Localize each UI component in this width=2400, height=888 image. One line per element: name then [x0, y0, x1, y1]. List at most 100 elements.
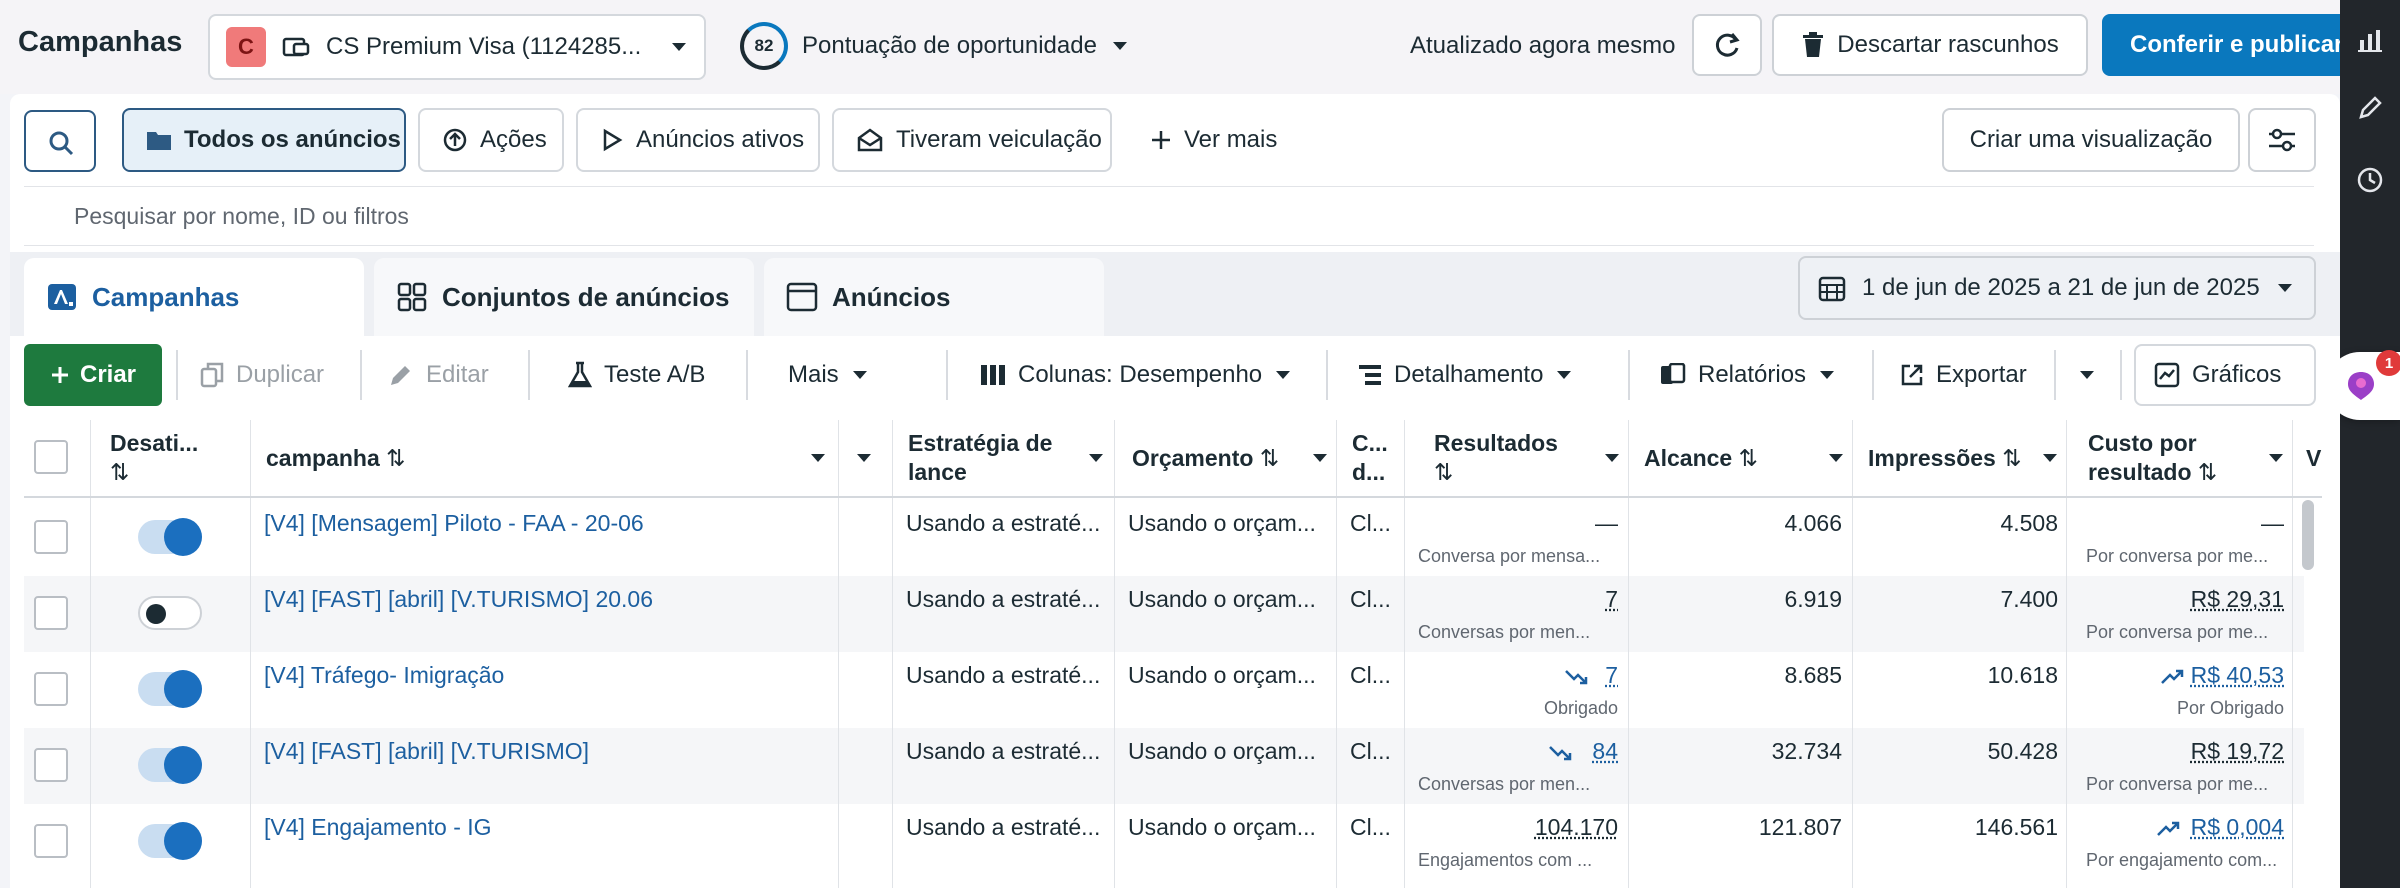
row-toggle[interactable]: [138, 748, 202, 782]
campaign-name-link[interactable]: [V4] [FAST] [abril] [V.TURISMO]: [264, 738, 824, 765]
export-options-button[interactable]: [2060, 344, 2114, 406]
chevron-down-icon: [1604, 453, 1620, 463]
tab-ads[interactable]: Anúncios: [764, 258, 1104, 336]
results-value[interactable]: 7: [1414, 662, 1618, 689]
sparkle-icon: [2346, 370, 2376, 402]
review-publish-button[interactable]: Conferir e publicar (: [2102, 14, 2342, 76]
col-header-cost-per-result[interactable]: Custo por resultado ⇅: [2088, 420, 2284, 496]
chevron-down-icon: [1088, 453, 1104, 463]
bid-strategy-cell: Usando a estraté...: [906, 586, 1106, 613]
envelope-icon: [856, 127, 884, 153]
select-all-checkbox[interactable]: [34, 440, 68, 474]
column-divider: [1852, 420, 1853, 888]
ab-test-label: Teste A/B: [604, 361, 705, 389]
trash-icon: [1801, 31, 1825, 59]
filter-active-ads[interactable]: Anúncios ativos: [576, 108, 820, 172]
bar-chart-icon[interactable]: [2356, 26, 2384, 54]
last-updated-text: Atualizado agora mesmo: [1410, 32, 1675, 60]
reports-button[interactable]: Relatórios: [1640, 344, 1866, 406]
more-actions-button[interactable]: Mais: [768, 344, 898, 406]
pencil-icon[interactable]: [2356, 94, 2384, 122]
cost-value[interactable]: R$ 29,31: [2076, 586, 2284, 613]
impressions-value: 146.561: [1864, 814, 2058, 841]
edit-button[interactable]: Editar: [368, 344, 520, 406]
ab-test-button[interactable]: Teste A/B: [548, 344, 738, 406]
row-toggle[interactable]: [138, 520, 202, 554]
toolbar-divider: [176, 350, 178, 400]
results-type: Engajamentos com ...: [1418, 850, 1618, 871]
search-toggle-button[interactable]: [24, 110, 96, 172]
row-toggle[interactable]: [138, 672, 202, 706]
col-header-toggle[interactable]: Desati... ⇅: [110, 420, 240, 496]
chevron-down-icon: [1555, 369, 1573, 381]
col-header-name[interactable]: campanha ⇅: [266, 420, 826, 496]
folder-icon: [146, 129, 172, 151]
toolbar-divider: [746, 350, 748, 400]
results-type: Conversas por men...: [1418, 622, 1618, 643]
breakdown-button[interactable]: Detalhamento: [1338, 344, 1620, 406]
tab-campaigns[interactable]: Campanhas: [24, 258, 364, 336]
results-type: Conversas por men...: [1418, 774, 1618, 795]
row-checkbox[interactable]: [34, 748, 68, 782]
col-header-reach[interactable]: Alcance ⇅: [1644, 420, 1844, 496]
row-checkbox[interactable]: [34, 824, 68, 858]
results-value[interactable]: 104.170: [1414, 814, 1618, 841]
campaign-name-link[interactable]: [V4] Engajamento - IG: [264, 814, 824, 841]
row-toggle[interactable]: [138, 824, 202, 858]
col-header-filler[interactable]: [856, 420, 884, 496]
col-header-cost-label: Custo por resultado: [2088, 430, 2197, 485]
table-scrollbar[interactable]: [2302, 500, 2314, 570]
row-checkbox[interactable]: [34, 596, 68, 630]
export-button[interactable]: Exportar: [1880, 344, 2048, 406]
budget-cell: Usando o orçam...: [1128, 814, 1328, 841]
clock-icon[interactable]: [2356, 166, 2384, 194]
date-range-picker[interactable]: 1 de jun de 2025 a 21 de jun de 2025: [1798, 256, 2316, 320]
filter-had-delivery[interactable]: Tiveram veiculação: [832, 108, 1112, 172]
row-checkbox[interactable]: [34, 520, 68, 554]
col-header-budget[interactable]: Orçamento ⇅: [1132, 420, 1328, 496]
campaign-name-link[interactable]: [V4] Tráfego- Imigração: [264, 662, 824, 689]
col-header-next[interactable]: V: [2306, 420, 2326, 496]
reports-icon: [1660, 363, 1686, 387]
cost-value[interactable]: R$ 19,72: [2076, 738, 2284, 765]
col-header-bid-strategy[interactable]: Estratégia de lance: [908, 420, 1104, 496]
duplicate-button[interactable]: Duplicar: [180, 344, 352, 406]
opportunity-score[interactable]: 82 Pontuação de oportunidade: [740, 22, 1129, 70]
filter-actions[interactable]: Ações: [418, 108, 564, 172]
page-title: Campanhas: [18, 26, 182, 59]
export-icon: [1900, 363, 1924, 387]
cost-type: Por conversa por me...: [2086, 774, 2286, 795]
col-header-cd[interactable]: C... d...: [1352, 420, 1398, 496]
row-toggle[interactable]: [138, 596, 202, 630]
charts-button[interactable]: Gráficos: [2134, 344, 2316, 406]
tab-ad-sets[interactable]: Conjuntos de anúncios: [374, 258, 754, 336]
create-button[interactable]: Criar: [24, 344, 162, 406]
cost-value[interactable]: R$ 0,004: [2076, 814, 2284, 841]
results-value[interactable]: 84: [1414, 738, 1618, 765]
cd-cell: Cl...: [1350, 510, 1398, 537]
cost-value[interactable]: R$ 40,53: [2076, 662, 2284, 689]
filter-settings-button[interactable]: [2248, 108, 2316, 172]
see-more-filters[interactable]: Ver mais: [1128, 108, 1298, 172]
calendar-icon: [1818, 274, 1846, 302]
campaign-name-link[interactable]: [V4] [FAST] [abril] [V.TURISMO] 20.06: [264, 586, 824, 613]
refresh-button[interactable]: [1692, 14, 1762, 76]
cost-value: —: [2076, 510, 2284, 537]
columns-button[interactable]: Colunas: Desempenho: [960, 344, 1304, 406]
tab-campaigns-label: Campanhas: [92, 282, 239, 313]
cost-type: Por conversa por me...: [2086, 546, 2286, 567]
results-value[interactable]: 7: [1414, 586, 1618, 613]
account-selector[interactable]: C CS Premium Visa (1124285...: [208, 14, 706, 80]
chevron-down-icon: [670, 41, 688, 53]
col-header-impressions[interactable]: Impressões ⇅: [1868, 420, 2058, 496]
filter-all-ads[interactable]: Todos os anúncios: [122, 108, 406, 172]
arrow-circle-icon: [442, 127, 468, 153]
chevron-down-icon: [2268, 453, 2284, 463]
col-header-results[interactable]: Resultados ⇅: [1434, 420, 1620, 496]
create-view-button[interactable]: Criar uma visualização: [1942, 108, 2240, 172]
pencil-icon: [388, 362, 414, 388]
discard-drafts-button[interactable]: Descartar rascunhos: [1772, 14, 2088, 76]
campaign-name-link[interactable]: [V4] [Mensagem] Piloto - FAA - 20-06: [264, 510, 824, 537]
search-input[interactable]: [74, 203, 1674, 230]
row-checkbox[interactable]: [34, 672, 68, 706]
